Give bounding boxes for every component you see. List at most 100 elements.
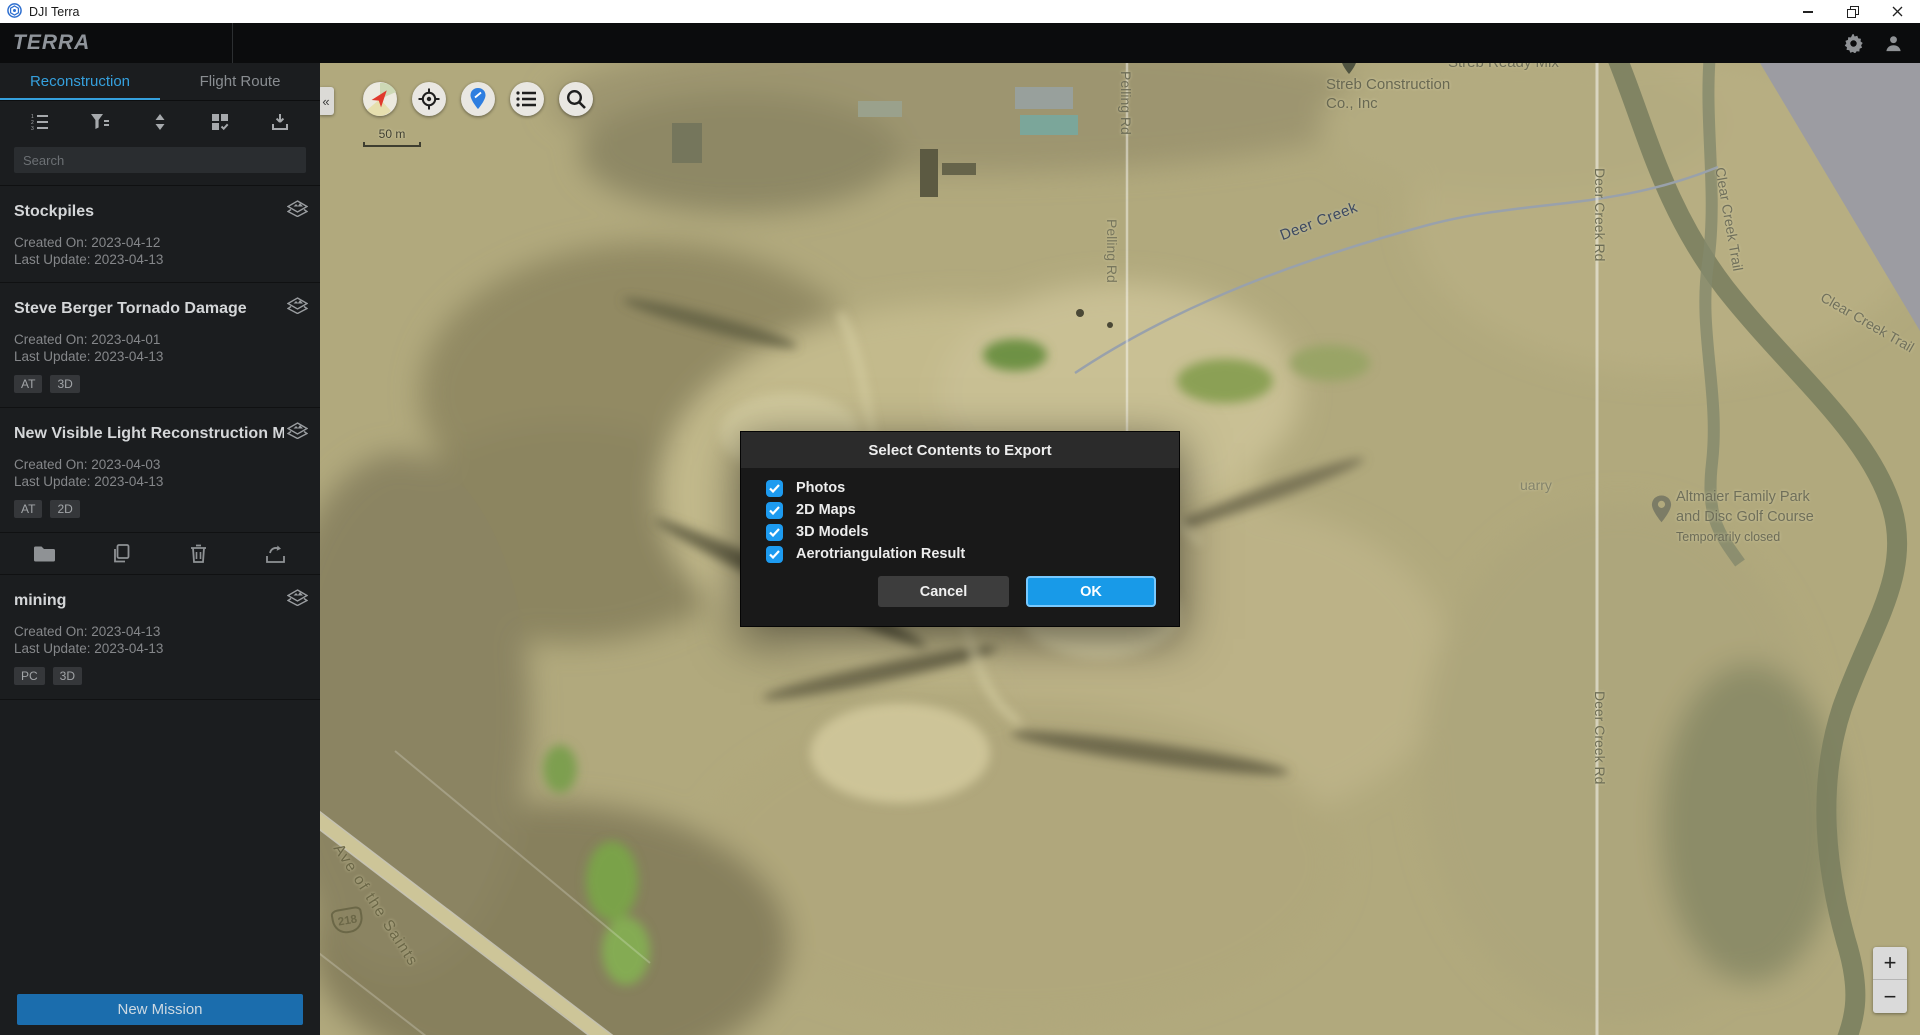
mission-updated: Last Update: 2023-04-13: [14, 473, 306, 490]
compass-follow-button[interactable]: [363, 82, 397, 116]
map-label-deer-creek-rd: Deer Creek Rd: [1592, 168, 1608, 261]
badge-2d: 2D: [50, 500, 79, 518]
map-label-pelling-rd: Pelling Rd: [1118, 71, 1134, 135]
badge-at: AT: [14, 375, 42, 393]
mission-updated: Last Update: 2023-04-13: [14, 251, 306, 268]
mission-title: New Visible Light Reconstruction Mis...: [14, 425, 284, 443]
tab-flight-route[interactable]: Flight Route: [160, 63, 320, 100]
new-mission-button[interactable]: New Mission: [17, 994, 303, 1025]
search-container: [0, 143, 320, 186]
mission-item-stockpiles[interactable]: Stockpiles Created On: 2023-04-12 Last U…: [0, 186, 320, 283]
dialog-title: Select Contents to Export: [741, 432, 1179, 468]
account-button[interactable]: [1880, 30, 1906, 56]
open-folder-icon[interactable]: [28, 539, 62, 569]
mission-item-mining[interactable]: mining Created On: 2023-04-13 Last Updat…: [0, 575, 320, 700]
layer-list-icon: [516, 89, 538, 109]
map-label-line: Altmaier Family Park: [1676, 487, 1814, 507]
tab-reconstruction[interactable]: Reconstruction: [0, 63, 160, 100]
app-logo-icon: [7, 3, 22, 21]
sidebar: Reconstruction Flight Route 123: [0, 63, 320, 1035]
export-dialog: Select Contents to Export Photos 2D Maps…: [740, 431, 1180, 627]
map-label-line: Co., Inc: [1326, 94, 1450, 113]
import-export-icon[interactable]: [265, 107, 295, 137]
numbered-list-icon[interactable]: 123: [25, 107, 55, 137]
ok-button[interactable]: OK: [1026, 576, 1156, 607]
sidebar-toolbar: 123: [0, 101, 320, 143]
close-button[interactable]: [1875, 0, 1920, 23]
zoom-out-button[interactable]: −: [1873, 980, 1907, 1013]
mission-title: mining: [14, 592, 284, 610]
map-pin-icon: [469, 88, 487, 110]
checkbox-checked-icon[interactable]: [766, 480, 783, 497]
svg-text:3: 3: [31, 126, 34, 132]
mission-created: Created On: 2023-04-03: [14, 456, 306, 473]
map-label-quarry-partial: uarry: [1520, 477, 1552, 493]
cancel-button[interactable]: Cancel: [878, 576, 1009, 607]
checkbox-checked-icon[interactable]: [766, 502, 783, 519]
model-layers-icon[interactable]: [287, 422, 308, 442]
close-icon: [1892, 6, 1903, 17]
search-input[interactable]: [14, 147, 306, 173]
mission-updated: Last Update: 2023-04-13: [14, 348, 306, 365]
locate-button[interactable]: [412, 82, 446, 116]
search-icon: [565, 88, 587, 110]
grid-select-icon[interactable]: [205, 107, 235, 137]
zoom-in-button[interactable]: +: [1873, 947, 1907, 980]
option-label: Photos: [796, 480, 845, 496]
layer-list-button[interactable]: [510, 82, 544, 116]
mission-item-steve-berger[interactable]: Steve Berger Tornado Damage Created On: …: [0, 283, 320, 408]
option-label: 3D Models: [796, 524, 869, 540]
sidebar-tabs: Reconstruction Flight Route: [0, 63, 320, 101]
window-title: DJI Terra: [29, 5, 79, 19]
map-label-deer-creek-rd-2: Deer Creek Rd: [1592, 691, 1608, 784]
mission-item-new-visible-light[interactable]: New Visible Light Reconstruction Mis... …: [0, 408, 320, 533]
map-label-pelling-rd-2: Pelling Rd: [1104, 219, 1120, 283]
badge-3d: 3D: [53, 667, 82, 685]
badge-at: AT: [14, 500, 42, 518]
pin-button[interactable]: [461, 82, 495, 116]
streb-pin-icon: [1340, 63, 1358, 75]
option-label: 2D Maps: [796, 502, 856, 518]
sort-icon[interactable]: [145, 107, 175, 137]
option-photos[interactable]: Photos: [766, 477, 1179, 499]
model-layers-icon[interactable]: [287, 200, 308, 220]
model-layers-icon[interactable]: [287, 589, 308, 609]
locate-icon: [418, 88, 440, 110]
mission-created: Created On: 2023-04-12: [14, 234, 306, 251]
option-2d-maps[interactable]: 2D Maps: [766, 499, 1179, 521]
sidebar-collapse-button[interactable]: «: [320, 87, 334, 115]
map-label-status: Temporarily closed: [1676, 527, 1814, 547]
mission-title: Stockpiles: [14, 203, 284, 221]
restore-icon: [1847, 6, 1858, 17]
copy-icon[interactable]: [105, 539, 139, 569]
terra-logo: TERRA: [13, 31, 90, 55]
model-layers-icon[interactable]: [287, 297, 308, 317]
user-icon: [1884, 34, 1903, 53]
filter-icon[interactable]: [85, 107, 115, 137]
export-share-icon[interactable]: [259, 539, 293, 569]
checkbox-checked-icon[interactable]: [766, 546, 783, 563]
scale-label: 50 m: [360, 127, 424, 141]
settings-button[interactable]: [1840, 30, 1866, 56]
mission-title: Steve Berger Tornado Damage: [14, 300, 284, 318]
badge-pc: PC: [14, 667, 45, 685]
map-label-streb-ready-mix: Streb Ready Mix: [1448, 63, 1559, 71]
option-3d-models[interactable]: 3D Models: [766, 521, 1179, 543]
compass-map-icon: [363, 82, 397, 116]
mission-list: Stockpiles Created On: 2023-04-12 Last U…: [0, 186, 320, 700]
window-titlebar: DJI Terra: [0, 0, 1920, 23]
mission-action-row: [0, 533, 320, 575]
minimize-icon: [1803, 11, 1813, 13]
restore-button[interactable]: [1830, 0, 1875, 23]
zoom-control: + −: [1873, 947, 1907, 1013]
map-label-altmaier: Altmaier Family Park and Disc Golf Cours…: [1676, 487, 1814, 547]
minimize-button[interactable]: [1785, 0, 1830, 23]
map-search-button[interactable]: [559, 82, 593, 116]
gear-icon: [1844, 34, 1863, 53]
checkbox-checked-icon[interactable]: [766, 524, 783, 541]
mission-created: Created On: 2023-04-13: [14, 623, 306, 640]
mission-created: Created On: 2023-04-01: [14, 331, 306, 348]
delete-icon[interactable]: [182, 539, 216, 569]
option-aerotriangulation[interactable]: Aerotriangulation Result: [766, 543, 1179, 565]
map-label-line: and Disc Golf Course: [1676, 507, 1814, 527]
